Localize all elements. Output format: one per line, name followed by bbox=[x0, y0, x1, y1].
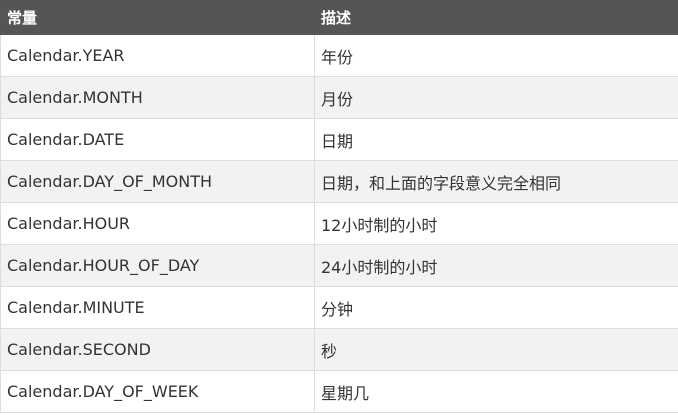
constant-cell: Calendar.MONTH bbox=[0, 76, 315, 119]
constant-cell: Calendar.MINUTE bbox=[0, 286, 315, 329]
header-row: 常量 描述 bbox=[0, 0, 678, 35]
constant-cell: Calendar.DATE bbox=[0, 118, 315, 161]
table-row: Calendar.HOUR_OF_DAY 24小时制的小时 bbox=[0, 244, 678, 287]
header-description: 描述 bbox=[314, 0, 678, 35]
description-cell: 年份 bbox=[314, 34, 678, 77]
table-row: Calendar.SECOND 秒 bbox=[0, 328, 678, 371]
constant-cell: Calendar.DAY_OF_MONTH bbox=[0, 160, 315, 203]
calendar-constants-table: 常量 描述 Calendar.YEAR 年份 Calendar.MONTH 月份… bbox=[0, 0, 678, 413]
description-cell: 月份 bbox=[314, 76, 678, 119]
table-header: 常量 描述 bbox=[0, 0, 678, 35]
description-cell: 12小时制的小时 bbox=[314, 202, 678, 245]
table-body: Calendar.YEAR 年份 Calendar.MONTH 月份 Calen… bbox=[0, 34, 678, 413]
table-row: Calendar.MINUTE 分钟 bbox=[0, 286, 678, 329]
constant-cell: Calendar.YEAR bbox=[0, 34, 315, 77]
table-row: Calendar.DATE 日期 bbox=[0, 118, 678, 161]
table-row: Calendar.DAY_OF_WEEK 星期几 bbox=[0, 370, 678, 413]
table-row: Calendar.YEAR 年份 bbox=[0, 34, 678, 77]
table-row: Calendar.MONTH 月份 bbox=[0, 76, 678, 119]
table-row: Calendar.HOUR 12小时制的小时 bbox=[0, 202, 678, 245]
constant-cell: Calendar.DAY_OF_WEEK bbox=[0, 370, 315, 413]
table-row: Calendar.DAY_OF_MONTH 日期，和上面的字段意义完全相同 bbox=[0, 160, 678, 203]
description-cell: 24小时制的小时 bbox=[314, 244, 678, 287]
description-cell: 日期，和上面的字段意义完全相同 bbox=[314, 160, 678, 203]
description-cell: 星期几 bbox=[314, 370, 678, 413]
description-cell: 分钟 bbox=[314, 286, 678, 329]
constant-cell: Calendar.HOUR bbox=[0, 202, 315, 245]
description-cell: 日期 bbox=[314, 118, 678, 161]
constant-cell: Calendar.HOUR_OF_DAY bbox=[0, 244, 315, 287]
header-constant: 常量 bbox=[0, 0, 315, 35]
constant-cell: Calendar.SECOND bbox=[0, 328, 315, 371]
description-cell: 秒 bbox=[314, 328, 678, 371]
